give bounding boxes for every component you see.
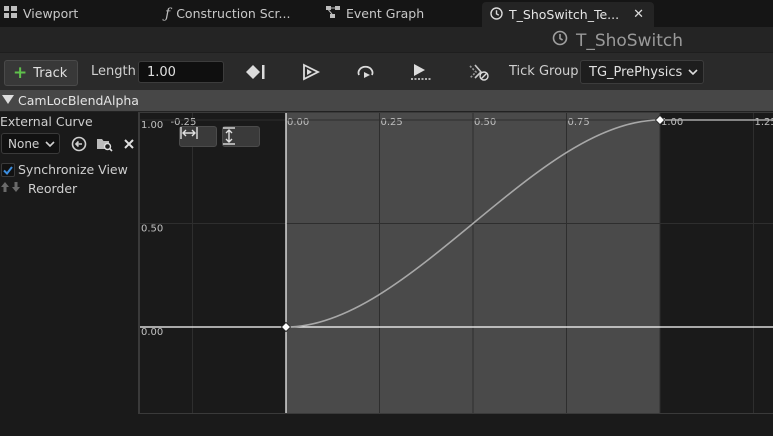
tab-label: Event Graph [346,6,425,21]
tab-label: Construction Scr... [176,6,291,21]
toolbar: + Track Length Tick Group TG_PrePhysics [0,52,773,91]
chevron-down-icon [688,65,698,80]
function-icon: ƒ [165,5,171,22]
add-key-icon[interactable] [243,61,269,83]
tick-group-value: TG_PrePhysics [589,64,683,80]
browse-asset-icon[interactable] [95,136,113,152]
viewport-icon [4,6,17,21]
y-tick-label: 0.50 [141,224,163,235]
x-tick-label: 0.25 [381,117,403,128]
tab-label: T_ShoSwitch_Te... [509,7,620,22]
x-tick-label: 1.00 [661,117,683,128]
zoom-to-fit-vertical-button[interactable] [222,126,260,147]
synchronize-view-checkbox[interactable] [1,163,15,177]
tick-group-label: Tick Group [509,64,579,79]
x-tick-label: 0.50 [474,117,496,128]
collapse-arrow-icon[interactable] [2,95,14,104]
clock-icon [490,6,503,23]
curve-graph[interactable]: -0.250.000.250.500.751.001.251.000.500.0… [140,113,773,414]
reorder-label: Reorder [28,181,78,196]
add-track-label: Track [33,65,68,81]
y-tick-label: 0.00 [141,327,163,338]
asset-title: T_ShoSwitch [552,30,683,51]
arrow-down-icon[interactable] [11,181,21,196]
tab-event-graph[interactable]: Event Graph [326,0,424,27]
tab-construction-script[interactable]: ƒ Construction Scr... [165,0,290,27]
plus-icon: + [13,62,28,83]
x-tick-label: 0.00 [287,117,309,128]
tab-timeline[interactable]: T_ShoSwitch_Te... ✕ [482,2,654,27]
reorder-arrows[interactable] [0,181,21,196]
add-track-button[interactable]: + Track [4,60,79,86]
clock-icon [552,30,568,51]
asset-title-text: T_ShoSwitch [575,30,683,51]
curve-editor[interactable]: -0.250.000.250.500.751.001.251.000.500.0… [138,112,773,414]
x-tick-label: 1.25 [755,117,773,128]
external-curve-value: None [8,136,40,151]
y-tick-label: 1.00 [141,120,163,131]
track-settings-panel: External Curve None Synchronize View Reo… [0,112,138,436]
replicated-icon[interactable] [408,61,434,83]
x-tick-label: 0.75 [568,117,590,128]
tab-bar: Viewport ƒ Construction Scr... Event Gra… [0,0,773,27]
external-curve-dropdown[interactable]: None [1,133,60,154]
tab-viewport[interactable]: Viewport [4,0,78,27]
clear-icon[interactable] [120,136,138,152]
play-icon[interactable] [298,61,324,83]
length-input[interactable] [138,61,224,83]
arrow-up-icon[interactable] [0,181,10,196]
use-selected-asset-icon[interactable] [70,136,88,152]
track-name: CamLocBlendAlpha [18,93,139,108]
chevron-down-icon [45,137,55,151]
ignore-time-dilation-icon[interactable] [466,61,492,83]
graph-icon [326,6,340,21]
close-icon[interactable]: ✕ [633,7,644,22]
tab-label: Viewport [23,6,79,21]
tick-group-dropdown[interactable]: TG_PrePhysics [580,60,704,84]
loop-icon[interactable] [353,61,379,83]
track-header[interactable]: CamLocBlendAlpha [0,90,773,112]
external-curve-label: External Curve [0,114,93,129]
timeline-editor: Viewport ƒ Construction Scr... Event Gra… [0,0,773,436]
zoom-to-fit-horizontal-button[interactable] [179,126,217,147]
length-label: Length [91,64,136,79]
synchronize-view-label: Synchronize View [18,162,128,177]
